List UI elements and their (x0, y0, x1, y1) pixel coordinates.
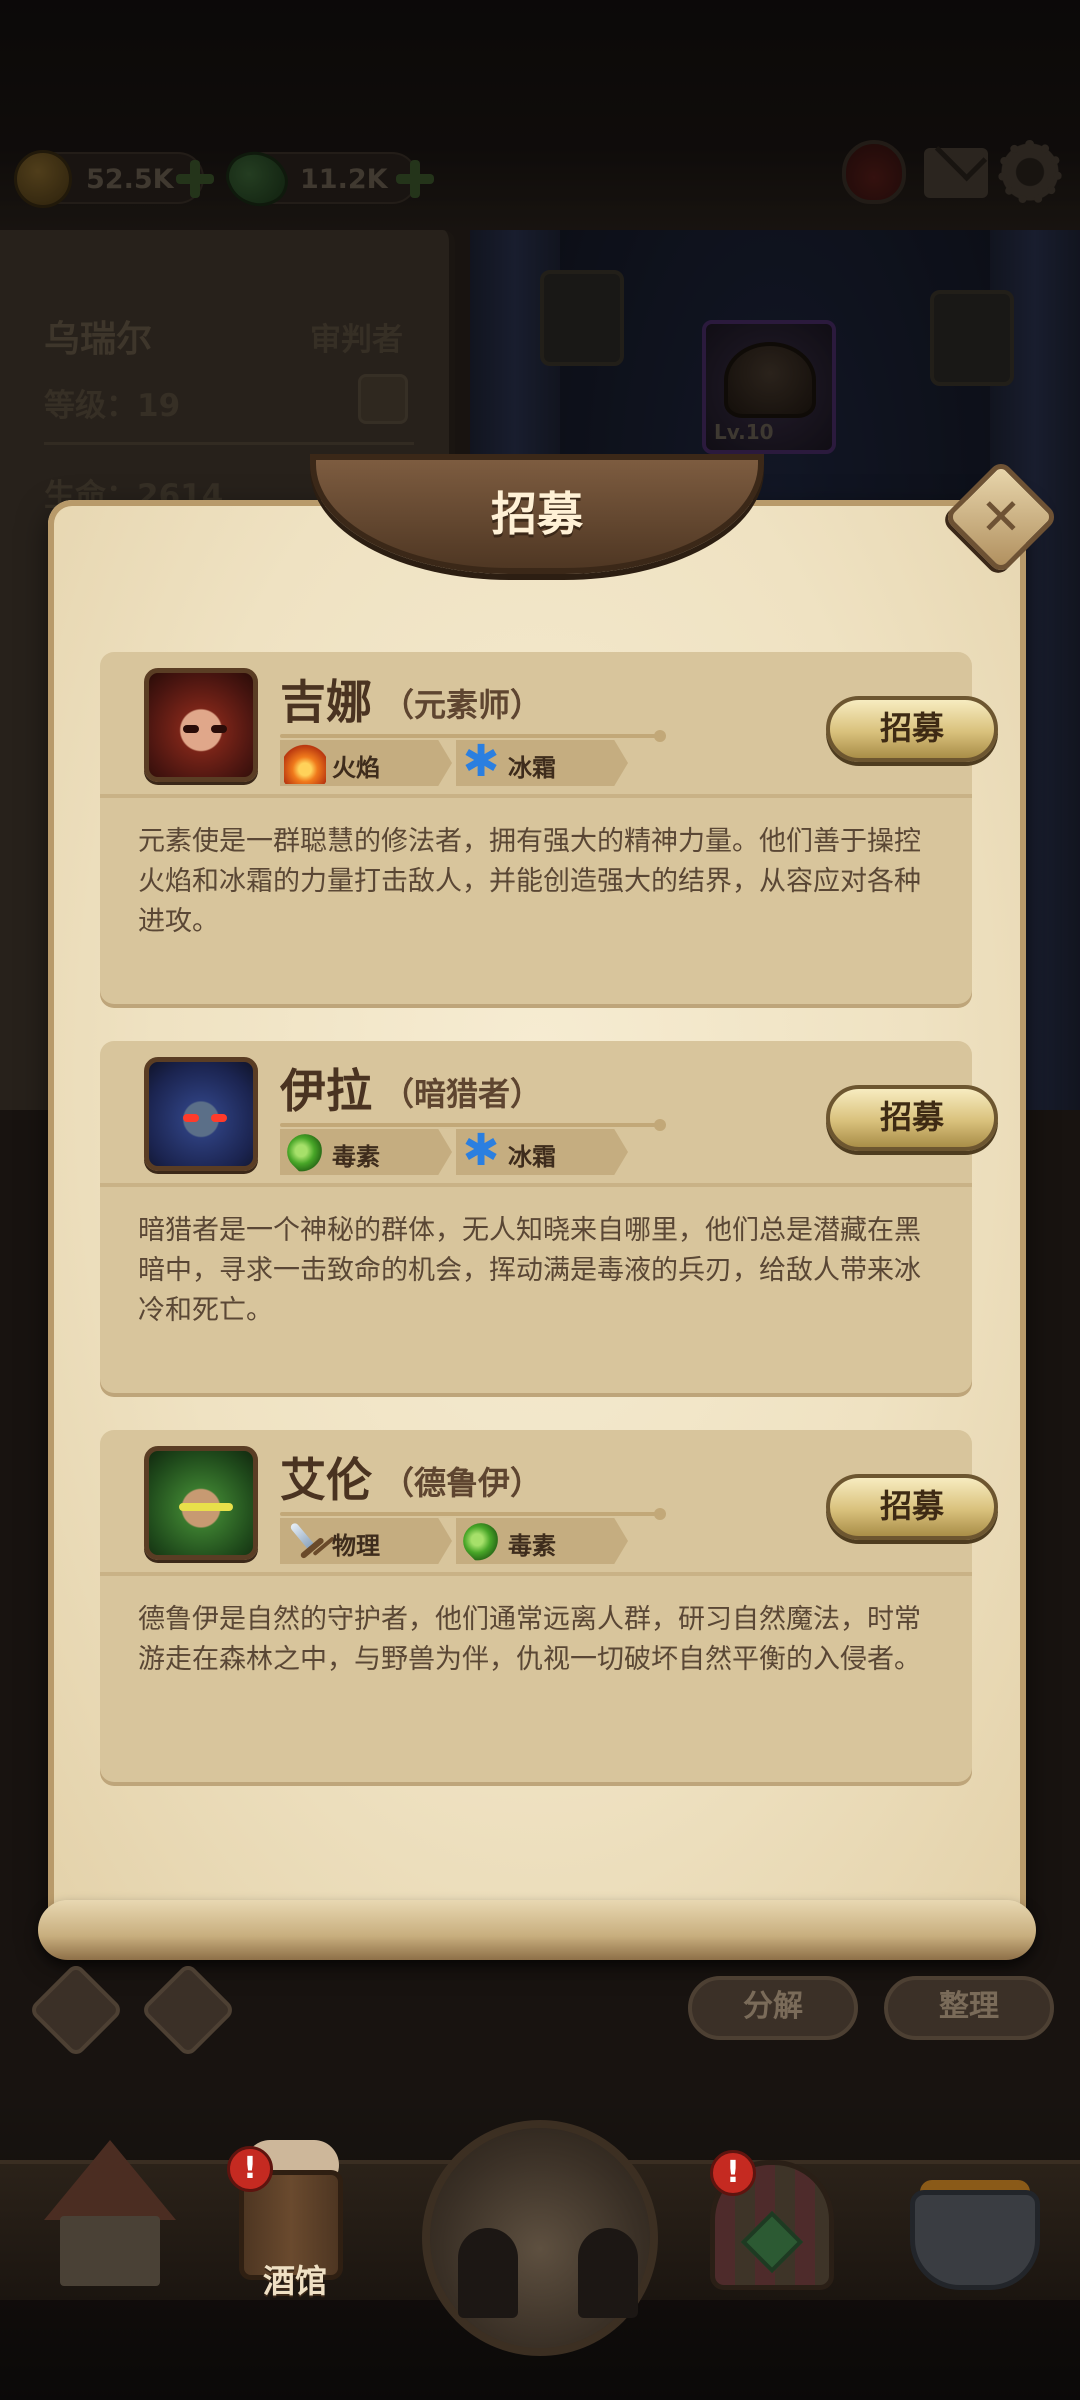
hooded-figure (458, 2228, 518, 2318)
tag-label: 毒素 (508, 1532, 556, 1560)
dialog-title: 招募 (491, 487, 583, 541)
tag-label: 冰霜 (508, 754, 556, 782)
nav-battle[interactable] (412, 2100, 668, 2356)
game-screen: 52.5K 11.2K 乌瑞尔 审判者 等级：19 生命：2614 Lv.10 (0, 0, 1080, 2400)
forge-icon (910, 2190, 1040, 2290)
hero-card: 伊拉 （暗猎者） 毒素 ✱ 冰霜 招募 暗猎者是一个神秘的群体，无人知晓来自哪里… (100, 1041, 998, 1393)
portal-icon (422, 2120, 658, 2356)
sword-icon (280, 1518, 335, 1564)
tag-label: 毒素 (332, 1143, 380, 1171)
recruit-button[interactable]: 招募 (826, 1474, 998, 1540)
title-underline (280, 730, 666, 742)
hero-card: 吉娜 （元素师） 火焰 ✱ 冰霜 招募 元素使是一群聪慧的修法者，拥有强大的精神… (100, 652, 998, 1004)
hero-card-class: （暗猎者） (382, 1075, 543, 1113)
fire-icon (284, 742, 326, 784)
bottom-nav: ! 酒馆 ! (0, 2100, 1080, 2356)
house-icon (44, 2140, 176, 2220)
recruit-button[interactable]: 招募 (826, 1085, 998, 1151)
hero-description: 元素使是一群聪慧的修法者，拥有强大的精神力量。他们善于操控火焰和冰霜的力量打击敌… (138, 826, 921, 937)
nav-shrine[interactable]: ! (680, 2120, 860, 2300)
tag-label: 冰霜 (508, 1143, 556, 1171)
eye (183, 725, 199, 733)
hero-card-name: 伊拉 (280, 1064, 372, 1118)
hero-card-name: 吉娜 (280, 675, 372, 729)
eye (211, 725, 227, 733)
element-tag: ✱ 冰霜 (456, 740, 628, 786)
sort-button[interactable]: 整理 (884, 1976, 1054, 2040)
poison-icon (280, 1129, 331, 1175)
house-wall (60, 2216, 160, 2286)
glasses (179, 1503, 233, 1511)
avatar-jina[interactable] (144, 668, 258, 782)
frost-icon: ✱ (462, 1125, 500, 1176)
title-underline (280, 1119, 666, 1131)
nav-home[interactable] (20, 2120, 200, 2300)
element-tag: 毒素 (280, 1129, 452, 1175)
recruit-button[interactable]: 招募 (826, 696, 998, 762)
recruit-dialog: 招募 ✕ 吉娜 （元素师） 火焰 ✱ 冰霜 招募 元素使是一群聪慧的修法者，拥有… (38, 454, 1059, 1960)
avatar-yila[interactable] (144, 1057, 258, 1171)
title-underline (280, 1508, 666, 1520)
element-tag: 物理 (280, 1518, 452, 1564)
hooded-figure (578, 2228, 638, 2318)
hero-card: 艾伦 （德鲁伊） 物理 毒素 招募 德鲁伊是自然的守护者，他们通常远离人群，研习… (100, 1430, 998, 1782)
hero-card-class: （元素师） (382, 686, 543, 724)
tag-label: 火焰 (332, 754, 380, 782)
hero-description: 暗猎者是一个神秘的群体，无人知晓来自哪里，他们总是潜藏在黑暗中，寻求一击致命的机… (138, 1215, 921, 1326)
poison-icon (456, 1518, 507, 1564)
hero-card-name: 艾伦 (280, 1453, 372, 1507)
nav-forge[interactable] (880, 2120, 1060, 2300)
nav-tavern[interactable]: ! 酒馆 (205, 2120, 385, 2300)
hero-card-class: （德鲁伊） (382, 1464, 543, 1502)
avatar-ailun[interactable] (144, 1446, 258, 1560)
element-tag: 火焰 (280, 740, 452, 786)
tavern-alert-badge: ! (227, 2146, 273, 2192)
element-tag: 毒素 (456, 1518, 628, 1564)
card-header: 艾伦 （德鲁伊） 物理 毒素 招募 (100, 1430, 998, 1576)
frost-icon: ✱ (462, 736, 500, 787)
hero-description: 德鲁伊是自然的守护者，他们通常远离人群，研习自然魔法，时常游走在森林之中，与野兽… (138, 1604, 921, 1675)
decompose-button[interactable]: 分解 (688, 1976, 858, 2040)
nav-tavern-label: 酒馆 (262, 2262, 327, 2300)
shrine-alert-badge: ! (710, 2150, 756, 2196)
close-icon: ✕ (980, 488, 1022, 546)
eye (183, 1114, 199, 1122)
eye (211, 1114, 227, 1122)
tag-label: 物理 (332, 1532, 380, 1560)
card-header: 伊拉 （暗猎者） 毒素 ✱ 冰霜 招募 (100, 1041, 998, 1187)
element-tag: ✱ 冰霜 (456, 1129, 628, 1175)
card-header: 吉娜 （元素师） 火焰 ✱ 冰霜 招募 (100, 652, 998, 798)
scroll-roll (38, 1900, 1036, 1960)
